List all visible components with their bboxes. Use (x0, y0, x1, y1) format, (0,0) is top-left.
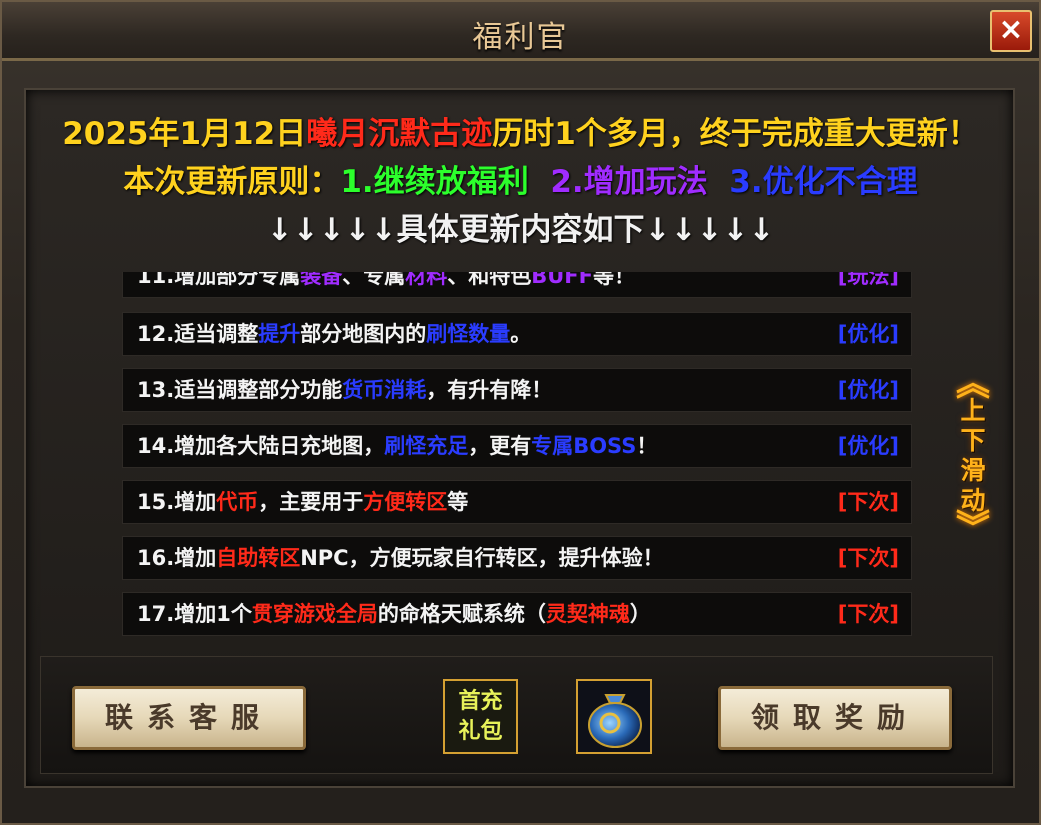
update-row-tag: [玩法] (837, 272, 899, 288)
scroll-hint[interactable]: ︽ 上 下 滑 动 ︾ (948, 364, 998, 564)
chevron-double-up-icon: ︽ (956, 364, 990, 404)
update-text-segment: ，主要用于 (258, 490, 364, 514)
contact-support-button[interactable]: 联系客服 (72, 686, 306, 750)
headline-line1: 2025年1月12日曦月沉默古迹历时1个多月，终于完成重大更新！ (0, 108, 1041, 153)
update-highlight: 灵契神魂 (545, 602, 630, 626)
update-text-segment: 12.适当调整 (137, 322, 259, 346)
update-highlight: BUFF (531, 272, 593, 288)
headline-rest: 历时1个多月，终于完成重大更新！ (492, 116, 979, 152)
principle-2: 2.增加玩法 (550, 164, 708, 200)
update-highlight: 材料 (405, 272, 448, 288)
update-row: 11.增加部分专属装备、专属材料、和特色BUFF等！ [玩法] (122, 272, 912, 298)
principle-prefix: 本次更新原则： (123, 164, 341, 200)
update-text-segment: 13.适当调整部分功能 (137, 378, 343, 402)
update-text-segment: 14.增加各大陆日充地图， (137, 434, 385, 458)
headline-line3: ↓↓↓↓↓具体更新内容如下↓↓↓↓↓ (266, 212, 775, 248)
update-highlight: 贯穿游戏全局 (251, 602, 378, 626)
headline-game-name: 曦月沉默古迹 (306, 116, 493, 152)
update-text-segment: 11.增加部分专属 (137, 272, 301, 288)
update-text-segment: NPC，方便玩家自行转区，提升体验！ (300, 546, 664, 570)
close-icon: × (998, 12, 1024, 47)
update-row-text: 11.增加部分专属装备、专属材料、和特色BUFF等！ (137, 272, 635, 297)
update-text-segment: 的命格天赋系统（ (377, 602, 546, 626)
update-row-tag: [优化] (837, 434, 899, 458)
update-text-segment: 。 (510, 322, 532, 346)
scroll-hint-char: 下 (960, 426, 986, 455)
update-list[interactable]: 11.增加部分专属装备、专属材料、和特色BUFF等！ [玩法] 12.适当调整提… (122, 272, 914, 638)
update-row-tag: [下次] (837, 490, 899, 514)
chevron-double-down-icon: ︾ (956, 508, 990, 548)
update-text-segment: 15.增加 (137, 490, 217, 514)
update-text-segment: 、和特色 (447, 272, 532, 288)
update-row-text: 15.增加代币，主要用于方便转区等 (137, 481, 468, 523)
update-row: 17.增加1个贯穿游戏全局的命格天赋系统（灵契神魂） [下次] (122, 592, 912, 636)
treasure-bag-button[interactable] (576, 679, 652, 754)
update-highlight: 提升 (258, 322, 301, 346)
update-row-tag: [优化] (837, 378, 899, 402)
update-row: 13.适当调整部分功能货币消耗，有升有降！ [优化] (122, 368, 912, 412)
window-title: 福利官 (472, 20, 569, 55)
update-highlight: 方便转区 (363, 490, 448, 514)
first-recharge-gift-button[interactable]: 首充 礼包 (443, 679, 518, 754)
update-text-segment: 部分地图内的 (300, 322, 427, 346)
treasure-bag-icon (588, 694, 642, 748)
update-text-segment: 16.增加 (137, 546, 217, 570)
scroll-hint-char: 滑 (960, 456, 986, 485)
update-text-segment: ！ (636, 434, 658, 458)
update-text-segment: 等！ (592, 272, 635, 288)
update-text-segment: ，有升有降！ (426, 378, 553, 402)
update-highlight: 装备 (300, 272, 343, 288)
update-row-text: 14.增加各大陆日充地图，刷怪充足，更有专属BOSS！ (137, 425, 657, 467)
update-highlight: 刷怪数量 (426, 322, 511, 346)
update-text-segment: ，更有 (468, 434, 532, 458)
update-row-text: 13.适当调整部分功能货币消耗，有升有降！ (137, 369, 552, 411)
update-row-tag: [优化] (837, 322, 899, 346)
update-row-tag: [下次] (837, 602, 899, 626)
close-button[interactable]: × (990, 10, 1032, 52)
update-row: 12.适当调整提升部分地图内的刷怪数量。 [优化] (122, 312, 912, 356)
gift-label-line2: 礼包 (458, 719, 503, 744)
update-highlight: 刷怪充足 (384, 434, 469, 458)
update-text-segment: 、专属 (342, 272, 406, 288)
update-row-text: 17.增加1个贯穿游戏全局的命格天赋系统（灵契神魂） (137, 593, 651, 635)
update-text-segment: 等 (447, 490, 469, 514)
title-bar: 福利官 × (2, 2, 1039, 61)
update-row: 16.增加自助转区NPC，方便玩家自行转区，提升体验！ [下次] (122, 536, 912, 580)
principle-3: 3.优化不合理 (729, 164, 918, 200)
gift-label-line1: 首充 (458, 689, 503, 714)
update-highlight: 专属BOSS (531, 434, 637, 458)
update-row-tag: [下次] (837, 546, 899, 570)
headline-date: 2025年1月12日 (62, 116, 307, 152)
update-row: 15.增加代币，主要用于方便转区等 [下次] (122, 480, 912, 524)
update-row: 14.增加各大陆日充地图，刷怪充足，更有专属BOSS！ [优化] (122, 424, 912, 468)
update-text-segment: 17.增加1个 (137, 602, 252, 626)
update-row-text: 12.适当调整提升部分地图内的刷怪数量。 (137, 313, 531, 355)
claim-reward-button[interactable]: 领取奖励 (718, 686, 952, 750)
principle-1: 1.继续放福利 (340, 164, 529, 200)
update-highlight: 代币 (216, 490, 259, 514)
update-highlight: 自助转区 (216, 546, 301, 570)
update-highlight: 货币消耗 (342, 378, 427, 402)
headline-line2: 本次更新原则：1.继续放福利 2.增加玩法 3.优化不合理 (0, 156, 1041, 201)
update-row-text: 16.增加自助转区NPC，方便玩家自行转区，提升体验！ (137, 537, 664, 579)
update-text-segment: ） (629, 602, 651, 626)
